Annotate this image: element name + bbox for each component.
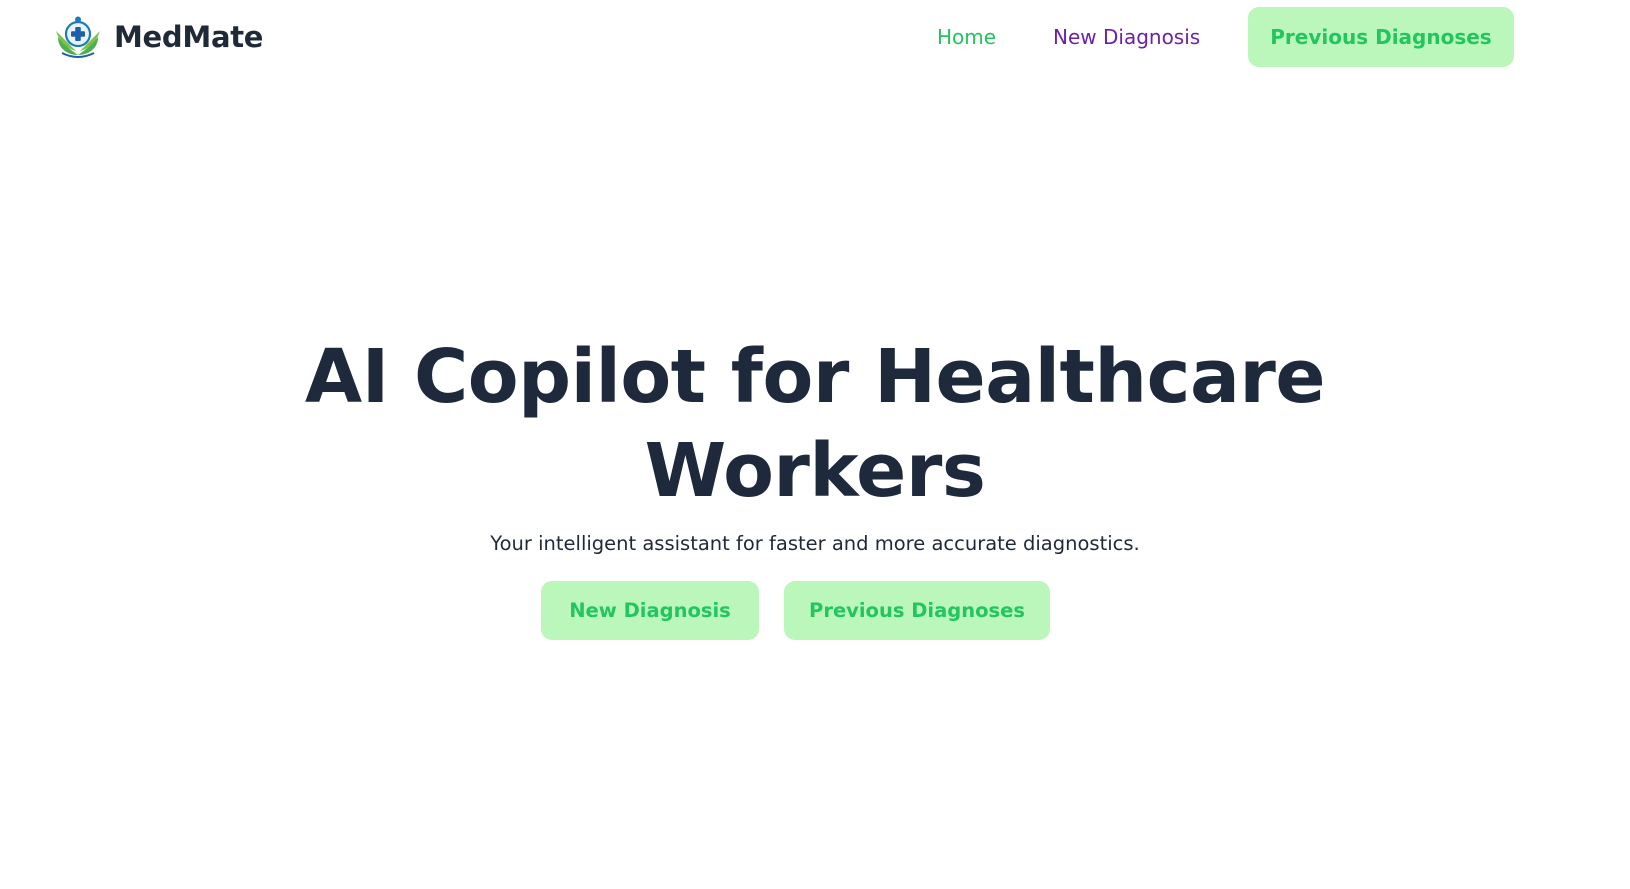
nav-new-diagnosis-link[interactable]: New Diagnosis: [1053, 7, 1200, 67]
hero-subtitle: Your intelligent assistant for faster an…: [490, 532, 1140, 555]
previous-diagnoses-button[interactable]: Previous Diagnoses: [784, 581, 1050, 640]
hero-section: AI Copilot for Healthcare Workers Your i…: [0, 330, 1630, 558]
hero-actions: New Diagnosis Previous Diagnoses: [0, 581, 1630, 641]
top-navbar: MedMate Home New Diagnosis Previous Diag…: [0, 0, 1630, 74]
nav-links: Home New Diagnosis Previous Diagnoses: [0, 7, 1630, 67]
nav-home-link[interactable]: Home: [937, 7, 996, 67]
new-diagnosis-button[interactable]: New Diagnosis: [541, 581, 759, 640]
nav-previous-diagnoses-button[interactable]: Previous Diagnoses: [1248, 7, 1514, 67]
hero-title: AI Copilot for Healthcare Workers: [304, 334, 1326, 514]
